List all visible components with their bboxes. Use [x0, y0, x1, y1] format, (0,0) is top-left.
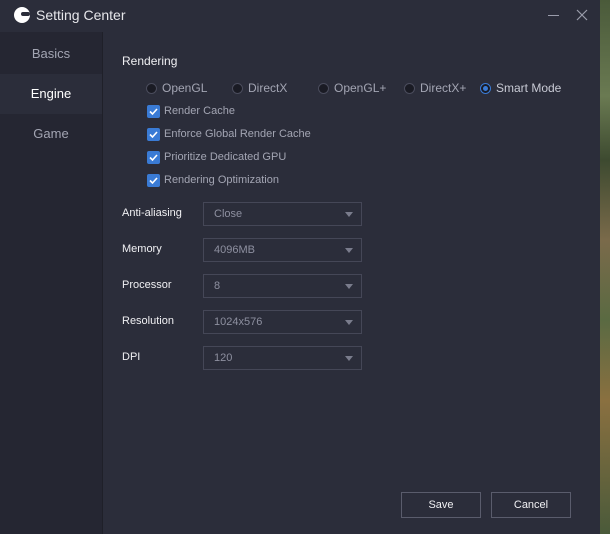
select-value: 4096MB	[214, 244, 255, 256]
radio-label: OpenGL	[162, 81, 208, 95]
checkbox-label: Enforce Global Render Cache	[164, 128, 311, 140]
radio-dot	[404, 82, 415, 94]
minimize-button[interactable]	[541, 4, 565, 26]
radio-label: DirectX+	[420, 81, 467, 95]
checkbox-enforce-global-render-cache[interactable]: Enforce Global Render Cache	[147, 126, 311, 142]
sidebar-item-label: Engine	[30, 86, 72, 101]
label-dpi: DPI	[122, 351, 141, 363]
checkbox-render-cache[interactable]: Render Cache	[147, 103, 235, 119]
chevron-down-icon	[345, 212, 353, 217]
checkmark-icon	[149, 153, 158, 161]
label-resolution: Resolution	[122, 315, 174, 327]
select-value: 1024x576	[214, 316, 263, 328]
radio-dot	[480, 82, 491, 94]
chevron-down-icon	[345, 284, 353, 289]
title-bar[interactable]: Setting Center	[0, 0, 600, 32]
label-processor: Processor	[122, 279, 172, 291]
select-anti-aliasing[interactable]: Close	[203, 202, 362, 226]
chevron-down-icon	[345, 356, 353, 361]
close-icon	[576, 9, 588, 21]
radio-dot	[232, 82, 243, 94]
radio-label: OpenGL+	[334, 81, 387, 95]
cancel-button[interactable]: Cancel	[491, 492, 571, 518]
checkbox-box	[147, 127, 160, 141]
radio-label: Smart Mode	[496, 81, 562, 95]
app-logo-icon	[14, 7, 30, 23]
window-title: Setting Center	[36, 7, 126, 23]
radio-directx-plus[interactable]: DirectX+	[404, 80, 466, 96]
checkmark-icon	[149, 130, 158, 138]
radio-directx[interactable]: DirectX	[232, 80, 287, 96]
checkbox-box	[147, 104, 160, 118]
checkbox-box	[147, 173, 160, 187]
sidebar-item-basics[interactable]: Basics	[0, 34, 102, 74]
label-anti-aliasing: Anti-aliasing	[122, 207, 182, 219]
checkmark-icon	[149, 107, 158, 115]
select-value: 8	[214, 280, 221, 292]
select-value: 120	[214, 352, 233, 364]
checkbox-prioritize-dedicated-gpu[interactable]: Prioritize Dedicated GPU	[147, 149, 286, 165]
radio-opengl[interactable]: OpenGL	[146, 80, 207, 96]
background-game-strip	[600, 0, 610, 534]
select-value: Close	[214, 208, 243, 220]
checkbox-label: Rendering Optimization	[164, 174, 279, 186]
sidebar-item-engine[interactable]: Engine	[0, 74, 102, 114]
select-dpi[interactable]: 120	[203, 346, 362, 370]
sidebar-item-label: Basics	[31, 46, 71, 61]
save-button[interactable]: Save	[401, 492, 481, 518]
label-memory: Memory	[122, 243, 162, 255]
radio-label: DirectX	[248, 81, 288, 95]
sidebar-item-label: Game	[33, 126, 69, 141]
checkbox-rendering-optimization[interactable]: Rendering Optimization	[147, 172, 279, 188]
radio-opengl-plus[interactable]: OpenGL+	[318, 80, 386, 96]
sidebar: Basics Engine Game	[0, 32, 103, 534]
radio-smart-mode[interactable]: Smart Mode	[480, 80, 561, 96]
section-title-rendering: Rendering	[122, 54, 178, 68]
close-button[interactable]	[570, 4, 594, 26]
checkbox-label: Render Cache	[164, 105, 235, 117]
select-processor[interactable]: 8	[203, 274, 362, 298]
sidebar-item-game[interactable]: Game	[0, 114, 102, 154]
radio-dot	[318, 82, 329, 94]
chevron-down-icon	[345, 320, 353, 325]
checkbox-label: Prioritize Dedicated GPU	[164, 151, 287, 163]
settings-window: Setting Center Basics Engine Game Render…	[0, 0, 600, 534]
select-resolution[interactable]: 1024x576	[203, 310, 362, 334]
select-memory[interactable]: 4096MB	[203, 238, 362, 262]
chevron-down-icon	[345, 248, 353, 253]
checkmark-icon	[149, 176, 158, 184]
radio-dot	[146, 82, 157, 94]
checkbox-box	[147, 150, 160, 164]
